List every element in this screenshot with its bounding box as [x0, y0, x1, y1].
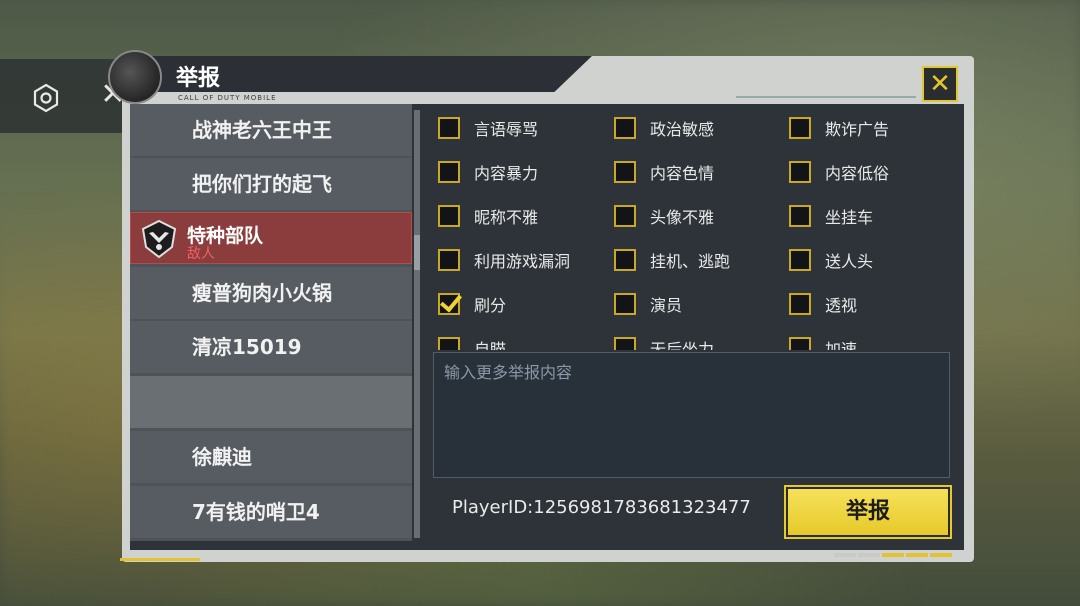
player-name: 7有钱的哨卫4 — [192, 500, 320, 524]
reason-label: 透视 — [825, 296, 858, 315]
reason-checkbox[interactable]: 欺诈广告 — [789, 115, 889, 141]
reason-checkbox[interactable]: 政治敏感 — [614, 115, 714, 141]
player-name: 战神老六王中王 — [192, 118, 332, 142]
checkbox[interactable] — [438, 161, 460, 183]
reason-label: 演员 — [650, 296, 683, 315]
reason-label: 送人头 — [825, 252, 874, 271]
report-details-input[interactable]: 输入更多举报内容 — [433, 352, 950, 478]
player-name: 徐麒迪 — [192, 445, 252, 469]
player-list-scrollbar[interactable] — [414, 110, 420, 538]
reason-label: 头像不雅 — [650, 208, 715, 227]
reason-label: 昵称不雅 — [474, 208, 539, 227]
player-row[interactable]: 战神老六王中王 — [130, 104, 412, 156]
player-row[interactable]: 徐麒迪 — [130, 431, 412, 483]
checkbox[interactable] — [438, 337, 460, 350]
reason-checkbox[interactable]: 言语辱骂 — [438, 115, 538, 141]
reason-checkbox[interactable]: 送人头 — [789, 247, 873, 273]
reason-checkbox[interactable]: 透视 — [789, 291, 857, 317]
reason-label: 内容色情 — [650, 164, 715, 183]
player-id-text: PlayerID:1256981783681323477 — [452, 497, 751, 518]
reason-checkbox[interactable]: 加速 — [789, 335, 857, 350]
checkbox[interactable] — [789, 161, 811, 183]
reason-label: 内容暴力 — [474, 164, 539, 183]
dialog-title: 举报 — [176, 66, 221, 91]
reason-checkbox[interactable]: 挂机、逃跑 — [614, 247, 730, 273]
player-row-selected[interactable]: 特种部队 敌人 — [130, 212, 412, 264]
reason-checkbox[interactable]: 昵称不雅 — [438, 203, 538, 229]
reason-checkbox[interactable]: 无后坐力 — [614, 335, 714, 350]
game-logo-icon — [108, 50, 162, 104]
reason-label: 自瞄 — [474, 340, 507, 350]
checkbox[interactable] — [614, 249, 636, 271]
reason-label: 欺诈广告 — [825, 120, 890, 139]
player-name: 清凉15019 — [192, 335, 302, 359]
reason-label: 坐挂车 — [825, 208, 874, 227]
checkbox[interactable] — [438, 205, 460, 227]
checkbox[interactable] — [789, 337, 811, 350]
checkbox[interactable] — [789, 293, 811, 315]
checkbox-checked[interactable] — [438, 293, 460, 315]
close-x-icon[interactable]: ✕ — [922, 66, 958, 102]
player-name: 把你们打的起飞 — [192, 172, 332, 196]
hexagon-settings-icon[interactable] — [30, 82, 62, 114]
player-row-empty[interactable] — [130, 376, 412, 428]
reason-label: 挂机、逃跑 — [650, 252, 731, 271]
reason-checkbox[interactable]: 演员 — [614, 291, 682, 317]
reason-label: 利用游戏漏洞 — [474, 252, 571, 271]
decorative-accent-line — [120, 558, 200, 561]
checkbox[interactable] — [438, 249, 460, 271]
reason-label: 刷分 — [474, 296, 507, 315]
player-row[interactable]: 清凉15019 — [130, 321, 412, 373]
checkbox[interactable] — [438, 117, 460, 139]
checkbox[interactable] — [614, 161, 636, 183]
page-indicator — [834, 553, 952, 557]
checkbox[interactable] — [614, 337, 636, 350]
reason-checkbox[interactable]: 内容暴力 — [438, 159, 538, 185]
reason-label: 无后坐力 — [650, 340, 715, 350]
player-list: 战神老六王中王 把你们打的起飞 特种部队 敌人 瘦普狗肉小火锅 清凉15019 … — [130, 104, 412, 541]
reason-label: 政治敏感 — [650, 120, 715, 139]
enemy-tag: 敌人 — [187, 246, 215, 262]
reason-label: 言语辱骂 — [474, 120, 539, 139]
checkbox[interactable] — [789, 205, 811, 227]
checkbox[interactable] — [614, 293, 636, 315]
checkbox[interactable] — [614, 205, 636, 227]
player-name: 瘦普狗肉小火锅 — [192, 281, 332, 305]
checkbox[interactable] — [614, 117, 636, 139]
decorative-line — [736, 96, 916, 98]
reason-checkbox[interactable]: 内容低俗 — [789, 159, 889, 185]
player-row[interactable]: 瘦普狗肉小火锅 — [130, 267, 412, 319]
report-button[interactable]: 举报 — [784, 485, 952, 539]
dialog-title-bar: 举报 CALL OF DUTY MOBILE ✕ — [108, 50, 974, 104]
reason-checkbox[interactable]: 刷分 — [438, 291, 506, 317]
reason-label: 加速 — [825, 340, 858, 350]
scrollbar-thumb[interactable] — [414, 235, 420, 270]
player-row[interactable]: 7有钱的哨卫4 — [130, 486, 412, 538]
checkbox[interactable] — [789, 117, 811, 139]
reason-checkbox[interactable]: 自瞄 — [438, 335, 506, 350]
checkbox[interactable] — [789, 249, 811, 271]
player-row[interactable]: 把你们打的起飞 — [130, 158, 412, 210]
dialog-subtitle: CALL OF DUTY MOBILE — [178, 94, 277, 102]
report-reasons: 言语辱骂 政治敏感 欺诈广告 内容暴力 内容色情 内容低俗 昵称不雅 头像不雅 … — [432, 106, 952, 350]
squad-emblem-icon — [141, 219, 177, 259]
reason-checkbox[interactable]: 坐挂车 — [789, 203, 873, 229]
reason-checkbox[interactable]: 利用游戏漏洞 — [438, 247, 570, 273]
reason-checkbox[interactable]: 头像不雅 — [614, 203, 714, 229]
reason-checkbox[interactable]: 内容色情 — [614, 159, 714, 185]
reason-label: 内容低俗 — [825, 164, 890, 183]
